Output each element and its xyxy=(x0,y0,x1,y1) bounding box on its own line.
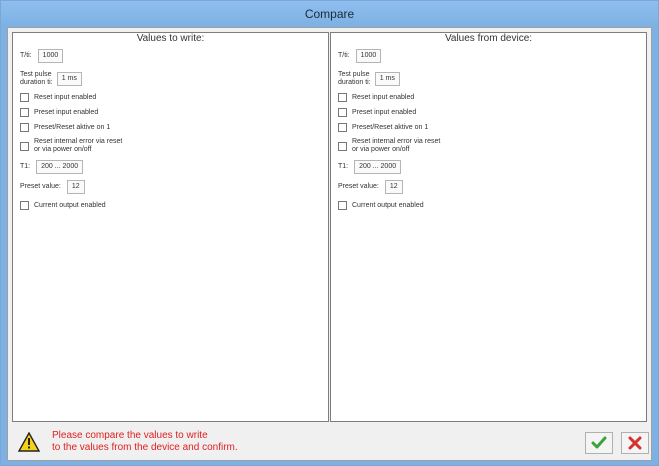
pulse-label: Test pulse duration ti: xyxy=(338,71,371,87)
ta-row: T/ti: 1000 xyxy=(338,49,382,63)
preset-value-row: Preset value: 12 xyxy=(20,180,85,194)
pulse-value-field[interactable]: 1 ms xyxy=(56,72,82,86)
pulse-label-line1: Test pulse xyxy=(338,71,370,78)
warning-triangle-icon xyxy=(18,432,40,452)
preset-value-label: Preset value: xyxy=(20,183,61,190)
ta-label: T/ti: xyxy=(20,52,32,59)
reset-internal-label: Reset internal error via reset or via po… xyxy=(352,138,440,154)
cancel-button[interactable] xyxy=(621,432,649,454)
window-title: Compare xyxy=(1,1,658,27)
ta-label: T/ti: xyxy=(338,52,350,59)
reset-input-row[interactable]: Reset input enabled xyxy=(338,93,414,102)
values-from-device-panel: Values from device: T/ti: 1000 Test puls… xyxy=(330,32,647,422)
reset-internal-line1: Reset internal error via reset xyxy=(352,138,441,145)
reset-internal-checkbox[interactable] xyxy=(338,141,347,151)
values-from-device-header: Values from device: xyxy=(444,33,533,44)
reset-input-row[interactable]: Reset input enabled xyxy=(20,93,96,102)
preset-input-row[interactable]: Preset input enabled xyxy=(20,108,98,117)
preset-reset-row[interactable]: Preset/Reset aktive on 1 xyxy=(20,123,110,132)
reset-internal-line2: or via power on/off xyxy=(34,146,92,153)
t1-value-field[interactable]: 200 ... 2000 xyxy=(354,160,402,174)
preset-reset-checkbox[interactable] xyxy=(20,123,29,132)
preset-input-checkbox[interactable] xyxy=(20,108,29,117)
preset-input-row[interactable]: Preset input enabled xyxy=(338,108,416,117)
preset-value-field[interactable]: 12 xyxy=(384,180,403,194)
close-x-icon xyxy=(628,436,642,450)
values-to-write-header: Values to write: xyxy=(136,33,205,44)
preset-input-label: Preset input enabled xyxy=(34,108,99,116)
preset-reset-label: Preset/Reset aktive on 1 xyxy=(352,123,429,131)
preset-value-label: Preset value: xyxy=(338,183,379,190)
pulse-label-line2: duration ti: xyxy=(338,79,371,86)
preset-input-label: Preset input enabled xyxy=(352,108,417,116)
preset-input-checkbox[interactable] xyxy=(338,108,347,117)
confirmation-message: Please compare the values to write to th… xyxy=(52,430,238,454)
current-output-row[interactable]: Current output enabled xyxy=(338,201,424,210)
dialog-footer: Please compare the values to write to th… xyxy=(12,426,649,458)
ta-row: T/ti: 1000 xyxy=(20,49,64,63)
pulse-value-field[interactable]: 1 ms xyxy=(374,72,400,86)
checkmark-icon xyxy=(591,436,607,449)
pulse-label-line1: Test pulse xyxy=(20,71,52,78)
message-line2: to the values from the device and confir… xyxy=(52,442,238,453)
t1-row: T1: 200 ... 2000 xyxy=(20,160,84,174)
dialog-client: Values to write: T/ti: 1000 Test pulse d… xyxy=(7,27,652,461)
reset-internal-row[interactable]: Reset internal error via reset or via po… xyxy=(20,138,122,154)
current-output-row[interactable]: Current output enabled xyxy=(20,201,106,210)
pulse-label-line2: duration ti: xyxy=(20,79,53,86)
t1-row: T1: 200 ... 2000 xyxy=(338,160,402,174)
current-output-checkbox[interactable] xyxy=(338,201,347,210)
preset-value-row: Preset value: 12 xyxy=(338,180,403,194)
reset-internal-checkbox[interactable] xyxy=(20,141,29,151)
reset-internal-line1: Reset internal error via reset xyxy=(34,138,123,145)
pulse-row: Test pulse duration ti: 1 ms xyxy=(338,71,400,87)
preset-reset-label: Preset/Reset aktive on 1 xyxy=(34,123,111,131)
t1-label: T1: xyxy=(338,163,349,170)
preset-value-field[interactable]: 12 xyxy=(66,180,85,194)
ta-value-field[interactable]: 1000 xyxy=(355,49,382,63)
reset-internal-row[interactable]: Reset internal error via reset or via po… xyxy=(338,138,440,154)
preset-reset-checkbox[interactable] xyxy=(338,123,347,132)
reset-input-label: Reset input enabled xyxy=(352,93,415,101)
current-output-label: Current output enabled xyxy=(352,201,424,209)
compare-window: Compare Values to write: T/ti: 1000 Test… xyxy=(0,0,659,466)
pulse-label: Test pulse duration ti: xyxy=(20,71,53,87)
message-line1: Please compare the values to write xyxy=(52,430,208,441)
reset-input-checkbox[interactable] xyxy=(20,93,29,102)
current-output-label: Current output enabled xyxy=(34,201,106,209)
reset-internal-line2: or via power on/off xyxy=(352,146,410,153)
confirm-button[interactable] xyxy=(585,432,613,454)
t1-value-field[interactable]: 200 ... 2000 xyxy=(36,160,84,174)
preset-reset-row[interactable]: Preset/Reset aktive on 1 xyxy=(338,123,428,132)
reset-internal-label: Reset internal error via reset or via po… xyxy=(34,138,122,154)
ta-value-field[interactable]: 1000 xyxy=(37,49,64,63)
t1-label: T1: xyxy=(20,163,31,170)
pulse-row: Test pulse duration ti: 1 ms xyxy=(20,71,82,87)
reset-input-checkbox[interactable] xyxy=(338,93,347,102)
values-to-write-panel: Values to write: T/ti: 1000 Test pulse d… xyxy=(12,32,329,422)
current-output-checkbox[interactable] xyxy=(20,201,29,210)
reset-input-label: Reset input enabled xyxy=(34,93,97,101)
